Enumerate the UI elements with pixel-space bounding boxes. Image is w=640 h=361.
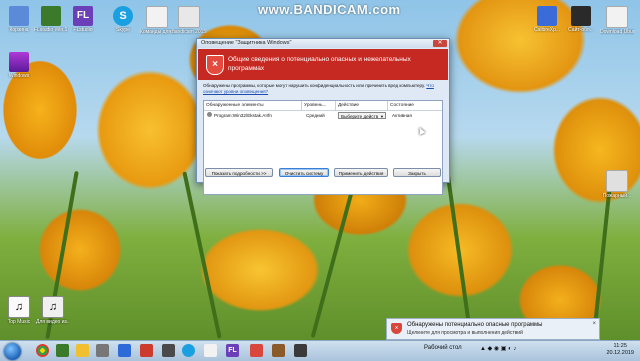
desktop-icon-bandicam[interactable]: bandicam 2015-02...: [172, 6, 206, 35]
desktop-icon-site[interactable]: Сайт-обл...: [564, 6, 598, 33]
app-icon: [537, 6, 557, 26]
desktop-icon-label: Пожарный...: [602, 193, 632, 199]
desktop-icon-label: Top Music: [7, 319, 31, 325]
close-icon[interactable]: ✕: [433, 40, 447, 47]
paint-icon[interactable]: [204, 344, 217, 357]
desktop-icon-recycle-bin[interactable]: Корзина: [2, 6, 36, 33]
media-icon[interactable]: [140, 344, 153, 357]
clock-time: 11:25: [613, 343, 627, 349]
desktop-icon-calibre[interactable]: CalibreXp...: [530, 6, 564, 33]
item-status: Активная: [392, 113, 412, 118]
desktop-icon-skype[interactable]: S Skype: [106, 6, 140, 33]
notification-title: Обнаружены потенциально опасные программ…: [407, 322, 543, 328]
winamp-icon: [571, 6, 591, 26]
shield-warning-icon: ×: [206, 55, 224, 75]
clean-system-button[interactable]: Очистить систему: [279, 168, 329, 177]
winrar-icon: [9, 52, 29, 72]
apply-actions-button[interactable]: Применить действия: [334, 168, 388, 177]
close-button[interactable]: Закрыть: [393, 168, 441, 177]
start-button[interactable]: [4, 343, 21, 360]
document-icon: [606, 6, 628, 28]
desktop-icon-label: Windows: [8, 73, 30, 79]
desktop-icon-label: Сайт-обл...: [568, 27, 594, 33]
app-icon[interactable]: [162, 344, 175, 357]
music-icon: ♫: [8, 296, 30, 318]
app-icon[interactable]: [294, 344, 307, 357]
desktop-icon-flstudio-win[interactable]: FLstudio Win 1.83: [34, 6, 68, 33]
notification-subtitle: Щелкните для просмотра и выполнения дейс…: [407, 330, 523, 336]
desktop-icon-label: FLstudio: [73, 27, 93, 33]
desktop-icon-label: FLstudio Win 1.83: [34, 27, 68, 33]
dialog-header-title: Общие сведения о потенциально опасных и …: [228, 56, 411, 72]
desktop-icon-label: Skype: [116, 27, 130, 33]
app-icon[interactable]: [118, 344, 131, 357]
detected-item-name: Program:Win32/Ekstak.A!rfn: [214, 113, 272, 118]
desktop-toolbar-label[interactable]: Рабочий стол: [424, 345, 462, 351]
shield-warning-icon: ×: [391, 323, 402, 334]
desktop-icon-label: Команды для Mi...: [140, 29, 174, 35]
minecraft-icon[interactable]: [272, 344, 285, 357]
table-row[interactable]: Program:Win32/Ekstak.A!rfn Средний Выбер…: [204, 101, 442, 121]
detected-items-table: Обнаруженные элементы Уровень... Действи…: [203, 100, 443, 195]
desktop-icon-label: bandicam 2015-02...: [172, 29, 206, 35]
dialog-header: × Общие сведения о потенциально опасных …: [198, 49, 448, 80]
tray-icons[interactable]: ▲ ◆ ◉ ▣ ◐ ♪: [480, 345, 516, 352]
chrome-icon[interactable]: [36, 344, 49, 357]
close-icon[interactable]: ×: [592, 321, 596, 327]
bandicam-watermark: www.BANDICAM.com: [258, 2, 401, 17]
desktop-icon-top-music[interactable]: ♫ Top Music: [2, 296, 36, 325]
taskbar: FL Рабочий стол ▲ ◆ ◉ ▣ ◐ ♪ 11:25 20.12.…: [0, 340, 640, 361]
desktop-icon-label: Для видео из...: [36, 319, 70, 325]
skype-icon: S: [113, 6, 133, 26]
clock[interactable]: 11:25 20.12.2019: [606, 343, 634, 357]
document-icon: [178, 6, 200, 28]
music-icon: ♫: [42, 296, 64, 318]
document-icon: [146, 6, 168, 28]
desktop-icon-label: Корзина: [9, 27, 29, 33]
dialog-title: Оповещение "Защитника Windows": [201, 40, 292, 46]
show-details-button[interactable]: Показать подробности >>: [205, 168, 273, 177]
desktop-icon-video[interactable]: ♫ Для видео из...: [36, 296, 70, 325]
desktop-icon-fire[interactable]: Пожарный...: [600, 170, 634, 199]
desktop-icon-commands[interactable]: Команды для Mi...: [140, 6, 174, 35]
threat-notification[interactable]: × Обнаружены потенциально опасные програ…: [386, 318, 600, 340]
desktop-icon-flstudio[interactable]: FL FLstudio: [66, 6, 100, 33]
app-icon[interactable]: [96, 344, 109, 357]
action-select-value: Выберите действ: [341, 114, 379, 119]
dialog-description: Обнаружены программы, которые могут нару…: [203, 83, 443, 95]
desktop-icon-ubuntu[interactable]: Download Ubuntu...: [600, 6, 634, 35]
alert-level: Средний: [306, 113, 325, 118]
fl-icon: FL: [73, 6, 93, 26]
clock-date: 20.12.2019: [606, 350, 634, 356]
description-text: Обнаружены программы, которые могут нару…: [203, 83, 426, 88]
recycle-bin-icon: [9, 6, 29, 26]
chevron-down-icon: ▼: [380, 114, 384, 119]
fl-icon[interactable]: FL: [226, 344, 239, 357]
minecraft-icon: [41, 6, 61, 26]
desktop-icon-label: CalibreXp...: [533, 27, 561, 33]
cursor-pointer-icon: [416, 126, 426, 135]
skype-icon[interactable]: [182, 344, 195, 357]
minecraft-icon[interactable]: [56, 344, 69, 357]
desktop: www.BANDICAM.com Корзина FLstudio Win 1.…: [0, 0, 640, 340]
dialog-titlebar[interactable]: Оповещение "Защитника Windows" ✕: [197, 39, 449, 48]
shield-icon[interactable]: [250, 344, 263, 357]
folder-icon[interactable]: [76, 344, 89, 357]
defender-alert-dialog: Оповещение "Защитника Windows" ✕ × Общие…: [196, 38, 450, 195]
action-select[interactable]: Выберите действ ▼: [338, 112, 386, 119]
document-icon: [606, 170, 628, 192]
desktop-icon-winrar[interactable]: Windows: [2, 52, 36, 79]
desktop-icon-label: Download Ubuntu...: [600, 29, 634, 35]
